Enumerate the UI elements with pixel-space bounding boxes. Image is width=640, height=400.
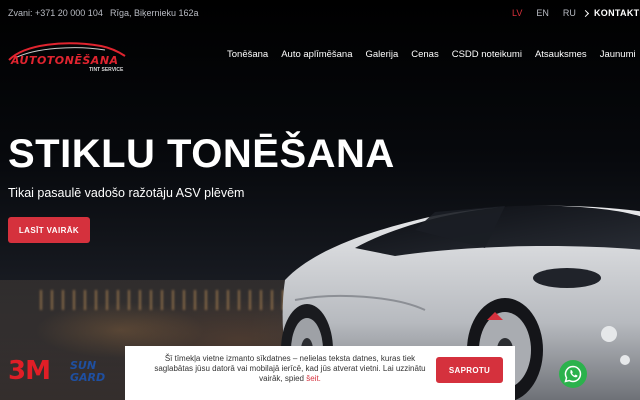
hero-subtitle: Tikai pasaulē vadošo ražotāju ASV plēvēm (8, 186, 245, 200)
nav-item-galerija[interactable]: Galerija (366, 49, 399, 60)
nav-item-auto-aplimesana[interactable]: Auto aplīmēšana (281, 49, 352, 60)
contacts-link[interactable]: KONTAKTI (581, 8, 640, 18)
language-switcher: LV EN RU (512, 8, 576, 18)
lang-en[interactable]: EN (536, 8, 549, 18)
phone-link[interactable]: Zvani: +371 20 000 104 (8, 8, 103, 18)
cookie-more-link[interactable]: šeit. (306, 374, 321, 383)
top-bar: Zvani: +371 20 000 104 Rīga, Biķernieku … (0, 0, 640, 26)
whatsapp-button[interactable] (559, 360, 587, 388)
brand-sungard-line2: GARD (70, 371, 106, 384)
cookie-text-wrap: Šī tīmekļa vietne izmanto sīkdatnes – ne… (145, 354, 435, 384)
logo-wordmark: AUTOTONĒŠANA (11, 54, 119, 67)
lang-ru[interactable]: RU (563, 8, 576, 18)
chevron-right-icon (581, 9, 590, 17)
nav-item-cenas[interactable]: Cenas (411, 49, 438, 60)
brand-3m-logo: 3M (8, 356, 51, 386)
main-nav: Tonēšana Auto aplīmēšana Galerija Cenas … (227, 49, 640, 60)
lang-lv[interactable]: LV (512, 8, 522, 18)
hero-title: STIKLU TONĒŠANA (8, 132, 395, 176)
whatsapp-icon (564, 365, 582, 383)
nav-item-tonesana[interactable]: Tonēšana (227, 49, 268, 60)
cookie-text: Šī tīmekļa vietne izmanto sīkdatnes – ne… (154, 354, 426, 383)
logo-tagline: TINT SERVICE (89, 67, 124, 73)
site-logo[interactable]: AUTOTONĒŠANA TINT SERVICE (5, 36, 127, 76)
nav-item-atsauksmes[interactable]: Atsauksmes (535, 49, 587, 60)
nav-item-jaunumi[interactable]: Jaunumi (600, 49, 636, 60)
cookie-banner: Šī tīmekļa vietne izmanto sīkdatnes – ne… (125, 346, 515, 400)
address-text: Rīga, Biķernieku 162a (110, 8, 199, 18)
read-more-button[interactable]: LASĪT VAIRĀK (8, 217, 90, 243)
cookie-agree-button[interactable]: SAPROTU (436, 357, 503, 383)
brand-sungard-logo: SUN GARD (70, 360, 116, 388)
nav-item-csdd-noteikumi[interactable]: CSDD noteikumi (452, 49, 522, 60)
contacts-label: KONTAKTI (594, 8, 640, 18)
